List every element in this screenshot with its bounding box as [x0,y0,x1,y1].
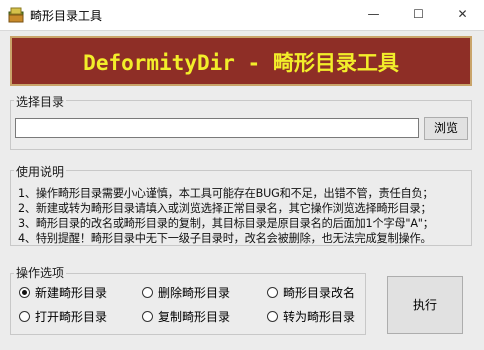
execute-button[interactable]: 执行 [387,276,463,334]
radio-indicator[interactable] [142,287,153,298]
maximize-button[interactable]: ☐ [396,0,441,29]
app-banner: DeformityDir - 畸形目录工具 [10,36,472,86]
instructions-group-label: 使用说明 [14,163,67,180]
instruction-line-4: 4、特别提醒！畸形目录中无下一级子目录时，改名会被删除，也无法完成复制操作。 [18,232,432,245]
instruction-line-3: 3、畸形目录的改名或畸形目录的复制，其目标目录是原目录名的后面加1个字母"A"； [18,217,434,230]
option-label: 打开畸形目录 [35,310,108,324]
option-label: 复制畸形目录 [158,310,231,324]
options-group-label: 操作选项 [14,264,67,281]
browse-button[interactable]: 浏览 [424,117,468,140]
options-group [10,273,366,335]
radio-indicator[interactable] [19,287,30,298]
option-label: 新建畸形目录 [35,286,108,300]
minimize-button[interactable]: — [351,0,396,29]
radio-indicator[interactable] [267,311,278,322]
radio-indicator[interactable] [19,311,30,322]
banner-title: DeformityDir - 畸形目录工具 [83,51,399,75]
instruction-line-1: 1、操作畸形目录需要小心谨慎，本工具可能存在BUG和不足，出错不管，责任自负； [18,187,434,200]
directory-path-input[interactable] [15,118,419,138]
radio-indicator[interactable] [142,311,153,322]
option-label: 转为畸形目录 [283,310,356,324]
instruction-line-2: 2、新建或转为畸形目录请填入或浏览选择正常目录名，其它操作浏览选择畸形目录； [18,202,432,215]
window-title: 畸形目录工具 [30,9,103,23]
radio-indicator[interactable] [267,287,278,298]
option-label: 畸形目录改名 [283,286,356,300]
option-label: 删除畸形目录 [158,286,231,300]
title-bar: 畸形目录工具 — ☐ ✕ [0,0,484,31]
app-folder-icon [8,7,24,23]
close-button[interactable]: ✕ [440,0,484,29]
select-dir-group-label: 选择目录 [14,93,67,110]
